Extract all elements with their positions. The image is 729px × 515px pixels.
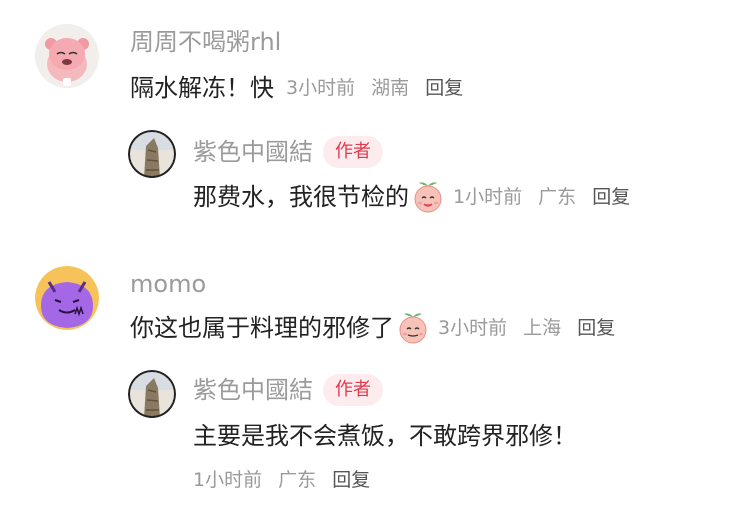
reply-button[interactable]: 回复: [577, 317, 615, 339]
reply-button[interactable]: 回复: [332, 469, 370, 491]
peach-face-emoji-icon: [399, 313, 427, 344]
comment-body: 隔水解冻！快 3小时前 湖南 回复: [130, 72, 463, 104]
comment-username[interactable]: momo: [130, 268, 206, 300]
comment-location: 广东: [278, 469, 317, 491]
comment-body: 主要是我不会煮饭，不敢跨界邪修！: [193, 420, 577, 452]
reply-button[interactable]: 回复: [425, 77, 463, 99]
tower-photo-avatar-icon: [128, 370, 176, 418]
author-badge: 作者: [323, 136, 383, 168]
comment-username[interactable]: 周周不喝粥rhl: [130, 26, 281, 58]
peach-face-emoji-icon: [414, 182, 442, 213]
comment-location: 上海: [523, 317, 562, 339]
avatar[interactable]: [35, 266, 99, 330]
comment-meta: 1小时前 广东 回复: [193, 466, 380, 494]
username-text[interactable]: 紫色中國結: [193, 138, 313, 166]
comment-body: 你这也属于料理的邪修了 3小时前 上海 回复: [130, 311, 615, 345]
avatar[interactable]: [35, 24, 99, 88]
comment-time: 1小时前: [193, 469, 263, 491]
reply-button[interactable]: 回复: [592, 186, 630, 208]
comment-location: 广东: [538, 186, 577, 208]
avatar[interactable]: [128, 130, 176, 178]
avatar[interactable]: [128, 370, 176, 418]
pink-bear-avatar-icon: [35, 24, 99, 88]
comment-text: 隔水解冻！快: [130, 74, 274, 102]
comment-time: 3小时前: [286, 77, 356, 99]
username-text[interactable]: 紫色中國結: [193, 376, 313, 404]
tower-photo-avatar-icon: [128, 130, 176, 178]
comment-text: 那费水，我很节检的: [193, 183, 409, 211]
comment-location: 湖南: [371, 77, 410, 99]
comment-body: 那费水，我很节检的 1小时前 广东 回复: [193, 180, 630, 214]
comment-text: 你这也属于料理的邪修了: [130, 314, 394, 342]
comment-username[interactable]: 紫色中國結 作者: [193, 136, 383, 168]
comment-text: 主要是我不会煮饭，不敢跨界邪修！: [193, 422, 577, 450]
comment-time: 1小时前: [453, 186, 523, 208]
author-badge: 作者: [323, 374, 383, 406]
comment-time: 3小时前: [438, 317, 508, 339]
purple-monster-avatar-icon: [35, 266, 99, 330]
comment-username[interactable]: 紫色中國結 作者: [193, 374, 383, 406]
